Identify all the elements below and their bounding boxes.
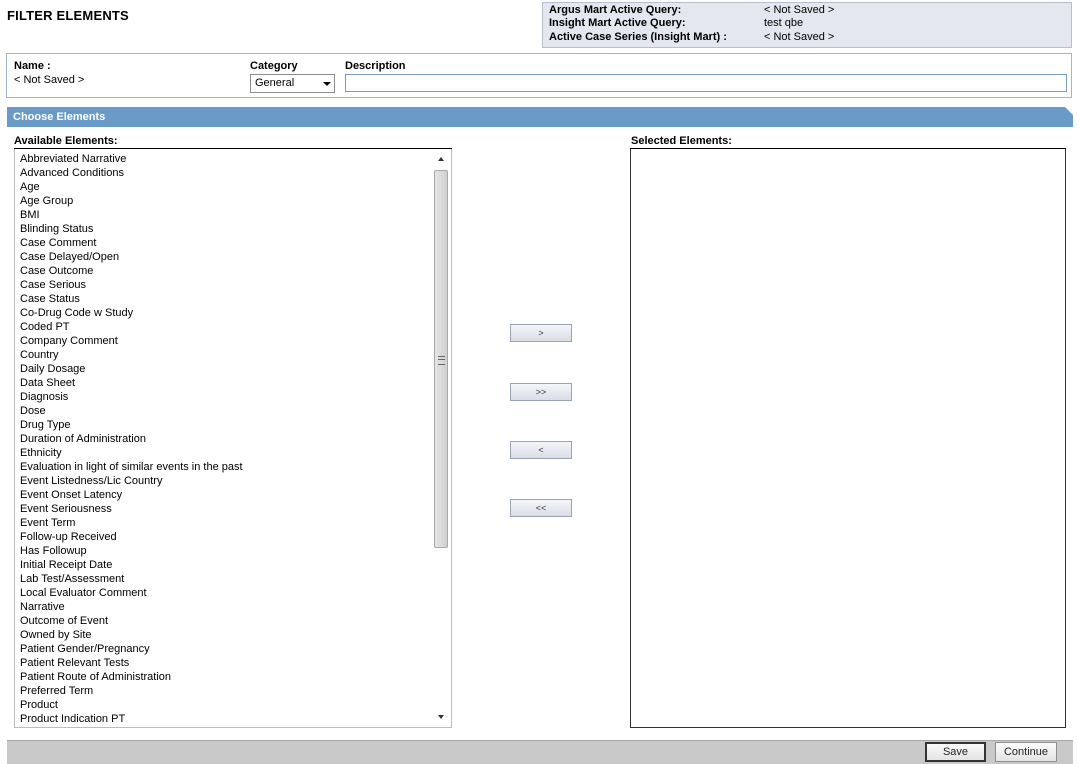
list-item[interactable]: Owned by Site xyxy=(20,628,451,642)
list-item[interactable]: Initial Receipt Date xyxy=(20,558,451,572)
list-item[interactable]: Country xyxy=(20,348,451,362)
name-value: < Not Saved > xyxy=(14,74,85,86)
active-query-panel: Argus Mart Active Query: < Not Saved > In… xyxy=(542,2,1072,48)
list-item[interactable]: Abbreviated Narrative xyxy=(20,152,451,166)
category-select[interactable]: General xyxy=(250,74,335,93)
argus-mart-query-value: < Not Saved > xyxy=(764,4,835,16)
list-item[interactable]: Coded PT xyxy=(20,320,451,334)
scroll-up-arrow-icon[interactable] xyxy=(433,151,449,167)
list-item[interactable]: Follow-up Received xyxy=(20,530,451,544)
list-item[interactable]: Age xyxy=(20,180,451,194)
list-item[interactable]: Case Outcome xyxy=(20,264,451,278)
list-item[interactable]: Company Comment xyxy=(20,334,451,348)
continue-button[interactable]: Continue xyxy=(995,742,1057,762)
selected-elements-list[interactable] xyxy=(630,149,1066,728)
list-item[interactable]: Patient Gender/Pregnancy xyxy=(20,642,451,656)
list-item[interactable]: Data Sheet xyxy=(20,376,451,390)
remove-selected-button[interactable]: < xyxy=(510,441,572,459)
list-item[interactable]: BMI xyxy=(20,208,451,222)
list-item[interactable]: Co-Drug Code w Study xyxy=(20,306,451,320)
list-item[interactable]: Product Indication PT xyxy=(20,712,451,726)
available-list-scrollbar[interactable] xyxy=(433,151,449,725)
list-item[interactable]: Event Onset Latency xyxy=(20,488,451,502)
save-button[interactable]: Save xyxy=(925,742,986,762)
list-item[interactable]: Case Delayed/Open xyxy=(20,250,451,264)
list-item[interactable]: Dose xyxy=(20,404,451,418)
add-all-button[interactable]: >> xyxy=(510,383,572,401)
list-item[interactable]: Blinding Status xyxy=(20,222,451,236)
chevron-down-icon xyxy=(323,82,331,86)
description-input[interactable] xyxy=(345,74,1067,92)
list-item[interactable]: Patient Relevant Tests xyxy=(20,656,451,670)
available-elements-list[interactable]: Abbreviated Narrative Advanced Conditions… xyxy=(14,149,452,728)
list-item[interactable]: Duration of Administration xyxy=(20,432,451,446)
argus-mart-query-row: Argus Mart Active Query: < Not Saved > xyxy=(549,3,834,17)
list-item[interactable]: Event Term xyxy=(20,516,451,530)
list-item[interactable]: Case Comment xyxy=(20,236,451,250)
insight-mart-query-label: Insight Mart Active Query: xyxy=(549,17,686,29)
description-label: Description xyxy=(345,60,406,72)
list-item[interactable]: Product xyxy=(20,698,451,712)
argus-mart-query-label: Argus Mart Active Query: xyxy=(549,4,682,16)
list-item[interactable]: Evaluation in light of similar events in… xyxy=(20,460,451,474)
list-item[interactable]: Daily Dosage xyxy=(20,362,451,376)
list-item[interactable]: Ethnicity xyxy=(20,446,451,460)
available-elements-label: Available Elements: xyxy=(14,135,118,147)
header-corner-notch xyxy=(1065,107,1073,115)
choose-elements-title: Choose Elements xyxy=(13,111,106,123)
list-item[interactable]: Local Evaluator Comment xyxy=(20,586,451,600)
insight-mart-query-value: test qbe xyxy=(764,17,804,29)
list-item[interactable]: Case Status xyxy=(20,292,451,306)
list-item[interactable]: Preferred Term xyxy=(20,684,451,698)
scroll-down-arrow-icon[interactable] xyxy=(433,709,449,725)
list-item[interactable]: Age Group xyxy=(20,194,451,208)
list-item[interactable]: Lab Test/Assessment xyxy=(20,572,451,586)
insight-mart-query-row: Insight Mart Active Query: test qbe xyxy=(549,16,803,30)
choose-elements-header: Choose Elements xyxy=(7,107,1073,127)
page-title: FILTER ELEMENTS xyxy=(7,8,129,23)
list-item[interactable]: Case Serious xyxy=(20,278,451,292)
remove-all-button[interactable]: << xyxy=(510,499,572,517)
selected-elements-label: Selected Elements: xyxy=(631,135,732,147)
scrollbar-thumb[interactable] xyxy=(434,170,448,548)
list-item[interactable]: Drug Type xyxy=(20,418,451,432)
active-case-series-value: < Not Saved > xyxy=(764,31,835,43)
add-selected-button[interactable]: > xyxy=(510,324,572,342)
filter-properties-panel: Name : < Not Saved > Category General De… xyxy=(6,53,1072,98)
name-label: Name : xyxy=(14,60,51,72)
list-item[interactable]: Diagnosis xyxy=(20,390,451,404)
grip-icon xyxy=(438,356,445,365)
list-item[interactable]: Event Seriousness xyxy=(20,502,451,516)
available-items: Abbreviated Narrative Advanced Conditions… xyxy=(15,149,451,726)
category-selected-value: General xyxy=(255,77,295,89)
active-case-series-label: Active Case Series (Insight Mart) : xyxy=(549,31,727,43)
footer-bar xyxy=(7,740,1073,764)
category-label: Category xyxy=(250,60,298,72)
active-case-series-row: Active Case Series (Insight Mart) : < Not… xyxy=(549,30,834,44)
list-item[interactable]: Patient Route of Administration xyxy=(20,670,451,684)
list-item[interactable]: Outcome of Event xyxy=(20,614,451,628)
list-item[interactable]: Has Followup xyxy=(20,544,451,558)
list-item[interactable]: Narrative xyxy=(20,600,451,614)
list-item[interactable]: Event Listedness/Lic Country xyxy=(20,474,451,488)
list-item[interactable]: Advanced Conditions xyxy=(20,166,451,180)
